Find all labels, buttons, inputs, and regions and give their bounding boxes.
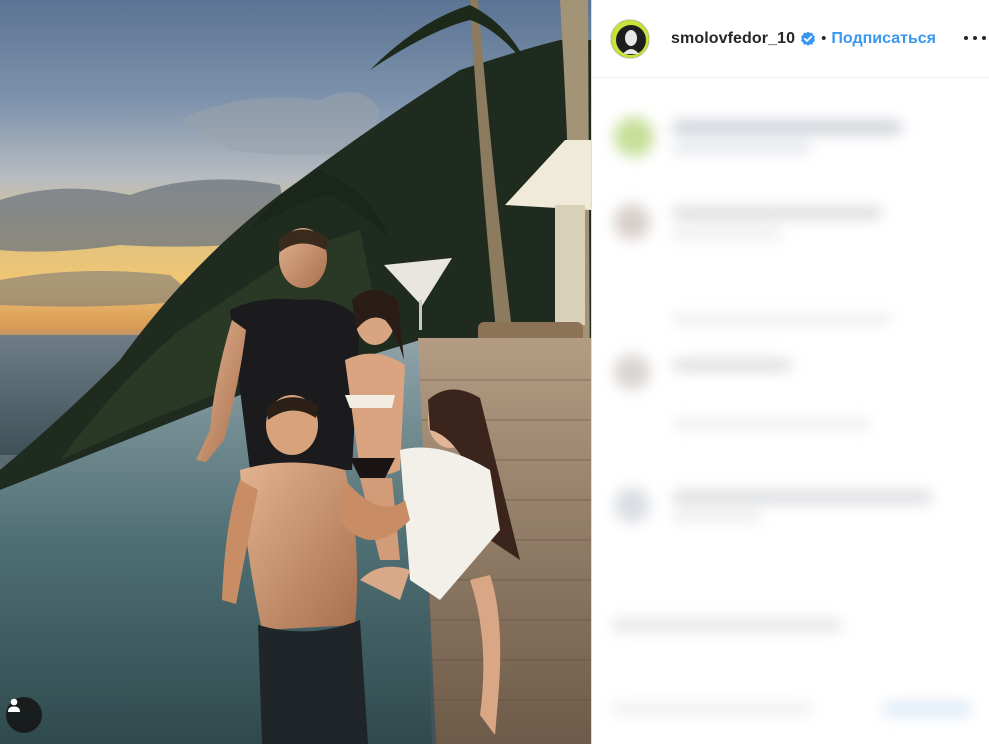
comment-line — [672, 359, 792, 371]
comment-line — [672, 314, 892, 324]
more-horizontal-icon[interactable] — [964, 28, 986, 48]
comments-list — [592, 79, 989, 744]
comment-line — [672, 207, 882, 219]
comment-avatar — [614, 487, 650, 523]
verified-badge-icon — [801, 31, 816, 46]
follow-button[interactable]: Подписаться — [831, 30, 936, 48]
avatar[interactable] — [610, 18, 650, 59]
post-side-panel: smolovfedor_10 • Подписаться — [592, 0, 989, 744]
avatar-image — [611, 19, 649, 58]
caption-avatar — [614, 117, 654, 157]
comment-line — [612, 619, 842, 631]
user-tag-glyph — [8, 698, 20, 712]
comment-avatar — [614, 204, 650, 240]
comment-line — [612, 704, 812, 714]
more-dot — [973, 36, 977, 40]
post-photo[interactable] — [0, 0, 591, 744]
comment-line — [672, 511, 762, 521]
comment-line — [672, 229, 782, 239]
post-header: smolovfedor_10 • Подписаться — [592, 0, 989, 78]
post-photo-scene — [0, 0, 591, 744]
caption-line — [672, 121, 902, 134]
comment-line — [672, 419, 872, 429]
comment-line — [672, 491, 932, 503]
user-tag-icon[interactable] — [6, 697, 42, 733]
comment-line — [882, 701, 972, 717]
header-separator: • — [821, 30, 827, 47]
username-link[interactable]: smolovfedor_10 — [671, 30, 795, 48]
more-dot — [982, 36, 986, 40]
caption-line — [672, 143, 812, 153]
comment-avatar — [614, 354, 650, 390]
more-dot — [964, 36, 968, 40]
